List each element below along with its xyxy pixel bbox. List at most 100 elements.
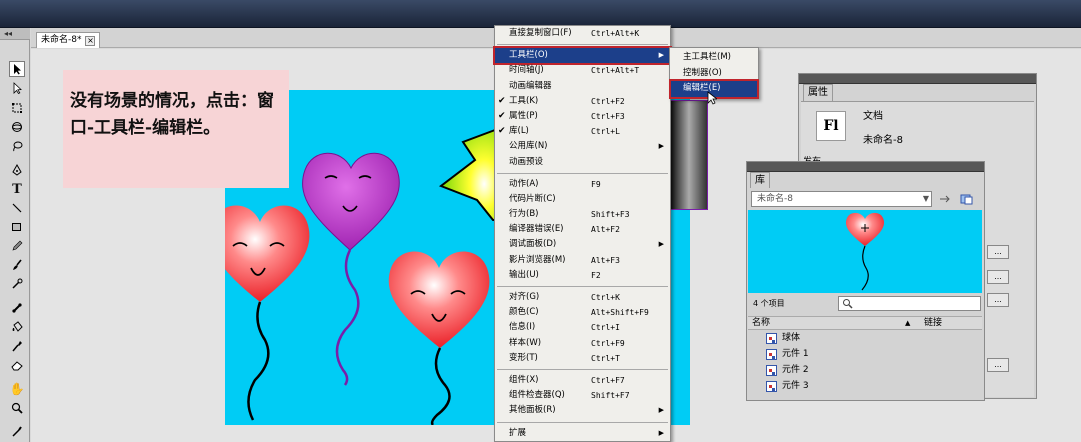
bone-tool-icon[interactable] <box>9 300 25 316</box>
window-menu-item[interactable]: 样本(W) Ctrl+F9 <box>495 336 670 351</box>
symbol-icon <box>766 333 777 344</box>
library-search-input[interactable] <box>838 296 981 311</box>
window-menu-item[interactable]: 工具栏(O) ▶ <box>493 46 672 66</box>
properties-panel-titlebar[interactable] <box>799 74 1036 84</box>
window-menu-item[interactable]: 扩展 ▶ <box>495 426 670 441</box>
link-column-header[interactable]: 链接 <box>924 317 942 330</box>
window-menu-item[interactable]: 直接复制窗口(F) Ctrl+Alt+K <box>495 26 670 41</box>
sort-up-icon[interactable]: ▲ <box>905 317 910 330</box>
text-tool-icon[interactable]: T <box>9 181 25 197</box>
line-tool-icon[interactable] <box>9 200 25 216</box>
instruction-note-text: 没有场景的情况，点击：窗口-工具栏-编辑栏。 <box>70 91 274 138</box>
window-menu-item-label: 直接复制窗口(F) <box>509 28 572 38</box>
window-menu-item[interactable]: ✔ 工具(K) Ctrl+F2 <box>495 94 670 109</box>
paint-bucket-tool-icon[interactable] <box>9 319 25 335</box>
window-menu-item[interactable]: 动画预设 <box>495 155 670 170</box>
window-menu-item-label: 对齐(G) <box>509 292 540 302</box>
window-menu-item[interactable]: 时间轴(J) Ctrl+Alt+T <box>495 63 670 78</box>
library-item[interactable]: 元件 3 <box>748 379 982 395</box>
properties-edit-button-2[interactable]: ... <box>987 270 1009 284</box>
brush-tool-icon[interactable] <box>9 257 25 273</box>
library-document-dropdown[interactable]: 未命名-8 ▼ <box>751 191 932 207</box>
tools-panel-collapse-button[interactable]: ◂◂ <box>0 28 30 40</box>
window-menu-item[interactable]: 动画编辑器 <box>495 79 670 94</box>
pencil-tool-icon[interactable] <box>9 238 25 254</box>
close-icon[interactable]: × <box>85 35 96 46</box>
window-menu-item-label: 属性(P) <box>509 110 538 121</box>
submenu-arrow-icon: ▶ <box>658 406 664 415</box>
window-menu-item[interactable]: 调试面板(D) ▶ <box>495 237 670 252</box>
selection-tool-icon[interactable] <box>9 61 25 77</box>
submenu-arrow-icon: ▶ <box>658 142 664 151</box>
library-item[interactable]: 元件 1 <box>748 347 982 363</box>
window-menu-item[interactable]: ✔ 属性(P) Ctrl+F3 <box>495 109 670 124</box>
toolbar-submenu-item[interactable]: 主工具栏(M) <box>670 50 758 66</box>
window-menu-item-shortcut: Ctrl+F7 <box>591 375 625 385</box>
deco-tool-icon[interactable] <box>9 276 25 292</box>
window-menu-item-shortcut: Shift+F3 <box>591 210 630 220</box>
eyedropper-tool-icon[interactable] <box>9 338 25 354</box>
eraser-tool-icon[interactable] <box>9 357 25 373</box>
window-menu-item[interactable]: 代码片断(C) <box>495 192 670 207</box>
window-menu-item-label: 组件(X) <box>509 374 539 385</box>
window-menu-item[interactable]: 公用库(N) ▶ <box>495 139 670 154</box>
window-menu-item[interactable]: 输出(U) F2 <box>495 268 670 283</box>
zoom-tool-icon[interactable] <box>9 400 25 416</box>
hand-tool-icon[interactable]: ✋ <box>9 381 25 397</box>
new-library-icon[interactable] <box>960 193 974 205</box>
window-menu-item[interactable]: 变形(T) Ctrl+T <box>495 351 670 366</box>
window-menu-item[interactable]: 组件(X) Ctrl+F7 <box>495 373 670 388</box>
free-transform-tool-icon[interactable] <box>9 100 25 116</box>
window-menu-item[interactable]: 信息(I) Ctrl+I <box>495 320 670 335</box>
window-menu-item[interactable]: 影片浏览器(M) Alt+F3 <box>495 253 670 268</box>
properties-edit-button-4[interactable]: ... <box>987 358 1009 372</box>
window-menu-item[interactable]: 组件检查器(Q) Shift+F7 <box>495 388 670 403</box>
window-menu-item-shortcut: Ctrl+F3 <box>591 111 625 121</box>
window-menu-item-shortcut: Ctrl+Alt+T <box>591 66 640 76</box>
subselection-tool-icon[interactable] <box>9 80 25 96</box>
window-menu-item-shortcut: Ctrl+L <box>591 127 620 137</box>
symbol-icon <box>766 365 777 376</box>
window-menu-item[interactable]: 对齐(G) Ctrl+K <box>495 290 670 305</box>
lasso-tool-icon[interactable] <box>9 138 25 154</box>
window-menu-item[interactable]: 编译器错误(E) Alt+F2 <box>495 222 670 237</box>
submenu-arrow-icon: ▶ <box>658 51 664 60</box>
library-panel-titlebar[interactable] <box>747 162 984 172</box>
library-item[interactable]: 元件 2 <box>748 363 982 379</box>
document-tab[interactable]: 未命名-8* × <box>36 32 101 48</box>
window-menu-item[interactable]: 颜色(C) Alt+Shift+F9 <box>495 305 670 320</box>
checkmark-icon: ✔ <box>498 95 506 106</box>
properties-edit-button-3[interactable]: ... <box>987 293 1009 307</box>
name-column-header[interactable]: 名称 <box>752 317 770 330</box>
properties-edit-button-1[interactable]: ... <box>987 245 1009 259</box>
library-item[interactable]: 球体 <box>748 331 982 347</box>
pen-tool-icon[interactable] <box>9 162 25 178</box>
window-menu-item-label: 其他面板(R) <box>509 405 556 416</box>
window-menu-item-shortcut: Ctrl+I <box>591 323 620 333</box>
chevron-down-icon[interactable]: ▼ <box>923 192 929 206</box>
window-menu-item[interactable]: 动作(A) F9 <box>495 177 670 192</box>
toolbar-submenu-item[interactable]: 控制器(O) <box>670 66 758 82</box>
window-menu-item-label: 动画预设 <box>509 156 544 167</box>
document-tab-title: 未命名-8* <box>41 35 82 45</box>
window-menu-item-shortcut: Ctrl+K <box>591 293 620 302</box>
window-menu-item[interactable]: 行为(B) Shift+F3 <box>495 207 670 222</box>
window-menu-item-label: 输出(U) <box>509 269 539 280</box>
window-menu-item-shortcut: F2 <box>591 270 601 280</box>
window-menu-item-label: 工具(K) <box>509 95 539 106</box>
library-preview <box>748 210 982 293</box>
3d-rotation-tool-icon[interactable] <box>9 119 25 135</box>
library-column-header: 名称 ▲ 链接 <box>748 316 982 330</box>
window-menu-item-label: 样本(W) <box>509 337 542 348</box>
window-menu-item[interactable]: ✔ 库(L) Ctrl+L <box>495 124 670 139</box>
menu-separator <box>497 172 668 174</box>
pin-icon[interactable] <box>937 193 951 205</box>
stroke-color-tool-icon[interactable] <box>9 424 25 440</box>
library-item-count: 4 个项目 <box>753 299 785 308</box>
properties-tab[interactable]: 属性 <box>803 84 833 101</box>
rectangle-tool-icon[interactable] <box>9 219 25 235</box>
toolbar-submenu-item-label: 主工具栏(M) <box>683 52 731 62</box>
window-menu-item[interactable]: 其他面板(R) ▶ <box>495 403 670 418</box>
window-menu-item-label: 时间轴(J) <box>509 65 544 76</box>
library-tab[interactable]: 库 <box>750 172 770 188</box>
